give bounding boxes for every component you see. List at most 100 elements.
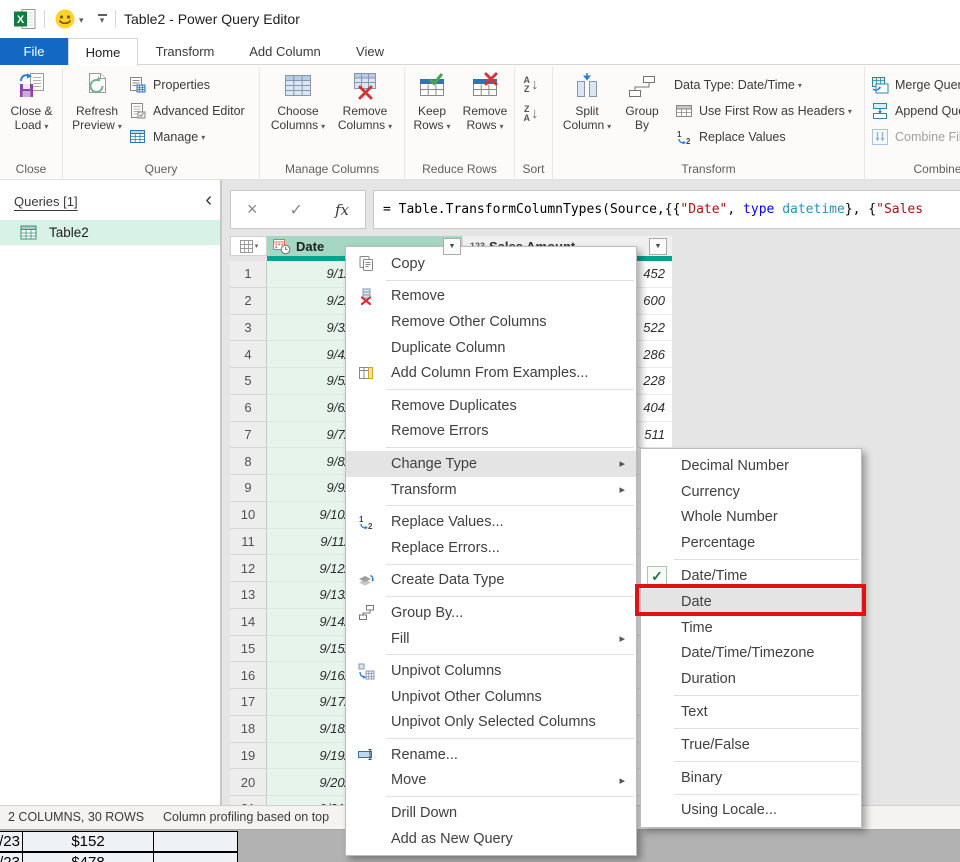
row-number-cell[interactable]: 2 <box>230 288 267 315</box>
row-number-cell[interactable]: 3 <box>230 315 267 342</box>
remove-columns-button[interactable]: Remove Columns▾ <box>332 71 398 134</box>
menu-item-drill-down[interactable]: Drill Down <box>346 800 636 826</box>
menu-item-currency[interactable]: Currency <box>641 479 861 505</box>
group-by-button[interactable]: Group By <box>617 71 667 132</box>
split-column-button[interactable]: Split Column▾ <box>560 71 614 134</box>
formula-bar-input[interactable]: = Table.TransformColumnTypes(Source,{{"D… <box>373 190 960 229</box>
date-column-filter-button[interactable]: ▼ <box>443 238 461 255</box>
row-number-cell[interactable]: 9 <box>230 475 267 502</box>
menu-item-label: Decimal Number <box>681 458 789 474</box>
collapse-pane-icon[interactable]: ‹ <box>205 190 212 210</box>
menu-item-label: Time <box>681 620 713 636</box>
row-number-cell[interactable]: 15 <box>230 636 267 663</box>
customize-quick-access-toolbar-icon[interactable]: ▾ <box>96 12 108 23</box>
properties-button[interactable]: Properties <box>128 74 210 96</box>
close-and-load-button[interactable]: Close & Load▾ <box>3 71 60 134</box>
row-number-cell[interactable]: 1 <box>230 261 267 288</box>
menu-item-replace-errors[interactable]: Replace Errors... <box>346 535 636 561</box>
row-number-cell[interactable]: 11 <box>230 529 267 556</box>
row-number-cell[interactable]: 18 <box>230 716 267 743</box>
tab-file[interactable]: File <box>0 38 68 65</box>
row-number-cell[interactable]: 12 <box>230 555 267 582</box>
menu-item-label: Drill Down <box>391 805 457 821</box>
menu-item-text[interactable]: Text <box>641 699 861 725</box>
feedback-smiley-icon[interactable] <box>54 8 76 35</box>
menu-item-fill[interactable]: Fill▸ <box>346 626 636 652</box>
status-profiling-info[interactable]: Column profiling based on top <box>163 810 329 824</box>
choose-columns-button[interactable]: Choose Columns▾ <box>268 71 328 134</box>
tab-add-column[interactable]: Add Column <box>238 38 332 65</box>
query-list-item-table2[interactable]: Table2 <box>0 220 220 245</box>
row-number-cell[interactable]: 13 <box>230 582 267 609</box>
row-number-cell[interactable]: 5 <box>230 368 267 395</box>
cancel-formula-icon[interactable]: × <box>247 199 258 220</box>
datetime-type-icon[interactable] <box>272 237 291 255</box>
append-queries-button[interactable]: Append Queries <box>870 100 960 122</box>
merge-queries-button[interactable]: Merge Queries <box>870 74 960 96</box>
row-number-cell[interactable]: 17 <box>230 689 267 716</box>
row-number-cell[interactable]: 10 <box>230 502 267 529</box>
keep-rows-button[interactable]: Keep Rows▾ <box>408 71 456 134</box>
remove-rows-button[interactable]: Remove Rows▾ <box>458 71 512 134</box>
menu-item-remove-errors[interactable]: Remove Errors <box>346 419 636 445</box>
menu-item-decimal-number[interactable]: Decimal Number <box>641 453 861 479</box>
menu-item-unpivot-other-columns[interactable]: Unpivot Other Columns <box>346 684 636 710</box>
commit-formula-icon[interactable]: ✓ <box>290 200 303 220</box>
menu-item-add-column-from-examples[interactable]: Add Column From Examples... <box>346 360 636 386</box>
menu-item-remove-other-columns[interactable]: Remove Other Columns <box>346 309 636 335</box>
status-column-row-count: 2 COLUMNS, 30 ROWS <box>8 810 144 824</box>
row-number-cell[interactable]: 19 <box>230 743 267 770</box>
menu-item-unpivot-only-selected-columns[interactable]: Unpivot Only Selected Columns <box>346 710 636 736</box>
menu-item-time[interactable]: Time <box>641 615 861 641</box>
fx-add-step-icon[interactable]: fx <box>335 201 349 219</box>
row-number-cell[interactable]: 14 <box>230 609 267 636</box>
manage-button[interactable]: Manage▾ <box>128 126 205 148</box>
menu-item-add-as-new-query[interactable]: Add as New Query <box>346 826 636 852</box>
sales-column-filter-button[interactable]: ▼ <box>649 238 667 255</box>
menu-item-unpivot-columns[interactable]: Unpivot Columns <box>346 658 636 684</box>
menu-item-replace-values[interactable]: 12Replace Values... <box>346 509 636 535</box>
data-type-button[interactable]: Data Type: Date/Time▾ <box>674 74 802 96</box>
menu-item-whole-number[interactable]: Whole Number <box>641 505 861 531</box>
menu-item-true-false[interactable]: True/False <box>641 732 861 758</box>
row-number-cell[interactable]: 7 <box>230 422 267 449</box>
menu-item-label: Whole Number <box>681 509 778 525</box>
menu-item-binary[interactable]: Binary <box>641 765 861 791</box>
sort-ascending-button[interactable]: AZ↓ <box>515 71 547 98</box>
menu-item-group-by[interactable]: Group By... <box>346 600 636 626</box>
menu-item-using-locale[interactable]: Using Locale... <box>641 798 861 824</box>
svg-text:2: 2 <box>686 137 691 146</box>
row-number-cell[interactable]: 20 <box>230 769 267 796</box>
menu-item-create-data-type[interactable]: Create Data Type <box>346 568 636 594</box>
menu-item-change-type[interactable]: Change Type▸ <box>346 451 636 477</box>
row-number-cell[interactable]: 6 <box>230 395 267 422</box>
replace-values-button[interactable]: 12 Replace Values <box>674 126 786 148</box>
tab-view[interactable]: View <box>344 38 396 65</box>
use-first-row-as-headers-button[interactable]: Use First Row as Headers▾ <box>674 100 852 122</box>
row-number-cell[interactable]: 16 <box>230 662 267 689</box>
menu-item-duration[interactable]: Duration <box>641 666 861 692</box>
refresh-preview-button[interactable]: Refresh Preview▾ <box>68 71 126 134</box>
menu-item-transform[interactable]: Transform▸ <box>346 477 636 503</box>
sort-descending-button[interactable]: ZA↓ <box>515 100 547 127</box>
group-label-sort: Sort <box>515 162 552 176</box>
menu-item-remove[interactable]: Remove <box>346 284 636 310</box>
menu-item-rename[interactable]: Rename... <box>346 742 636 768</box>
select-all-corner-button[interactable]: ▾ <box>230 236 267 256</box>
menu-item-remove-duplicates[interactable]: Remove Duplicates <box>346 393 636 419</box>
menu-item-percentage[interactable]: Percentage <box>641 530 861 556</box>
column-context-menu: Copy RemoveRemove Other Columns Duplicate … <box>345 246 637 856</box>
group-by-icon <box>617 71 667 104</box>
tab-transform[interactable]: Transform <box>145 38 225 65</box>
menu-item-move[interactable]: Move▸ <box>346 768 636 794</box>
tab-home[interactable]: Home <box>68 38 138 66</box>
row-number-cell[interactable]: 4 <box>230 341 267 368</box>
menu-item-duplicate-column[interactable]: Duplicate Column <box>346 335 636 361</box>
menu-item-date-time-timezone[interactable]: Date/Time/Timezone <box>641 641 861 667</box>
first-row-headers-icon <box>674 102 694 120</box>
feedback-dropdown-icon[interactable]: ▾ <box>79 15 84 26</box>
row-number-cell[interactable]: 8 <box>230 448 267 475</box>
advanced-editor-button[interactable]: Advanced Editor <box>128 100 245 122</box>
menu-item-label: Duplicate Column <box>391 340 505 356</box>
menu-item-copy[interactable]: Copy <box>346 251 636 277</box>
